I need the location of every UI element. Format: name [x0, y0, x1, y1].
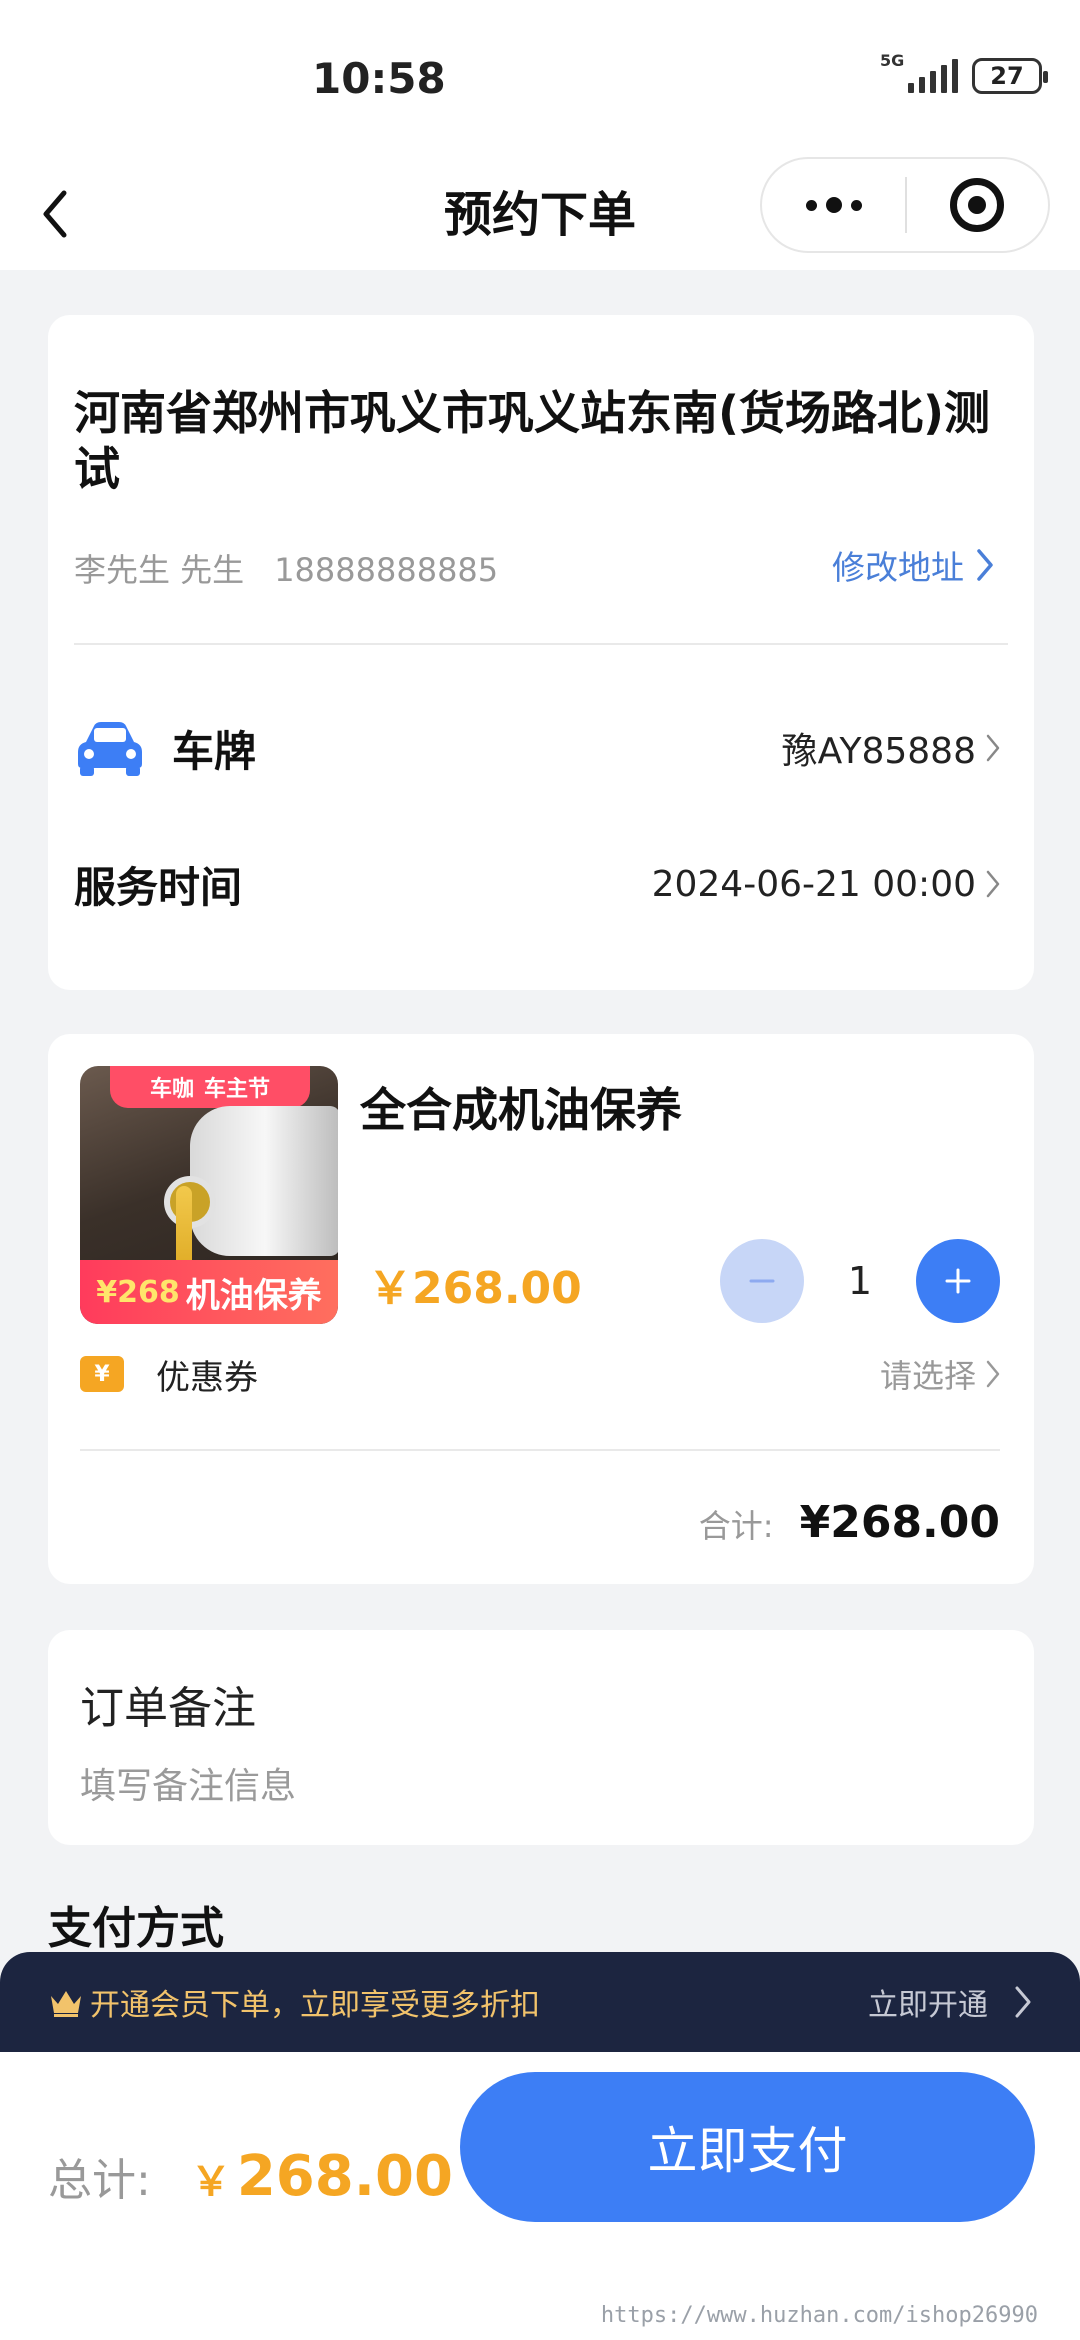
address-card: 河南省郑州市巩义市巩义站东南(货场路北)测试 李先生 先生 18888888885… [48, 315, 1034, 990]
pay-now-button[interactable]: 立即支付 [460, 2072, 1035, 2222]
plate-row[interactable]: 车牌 豫AY85888 [74, 713, 1000, 783]
member-message: 开通会员下单，立即享受更多折扣 [90, 1988, 540, 2023]
crown-icon [51, 1991, 81, 2017]
contact-info: 李先生 先生 18888888885 [74, 545, 498, 591]
nav-bar: 预约下单 [0, 157, 1080, 270]
chevron-right-icon [977, 549, 993, 581]
edit-address-label: 修改地址 [832, 548, 964, 587]
subtotal-row: 合计: ¥268.00 [699, 1497, 1000, 1548]
status-time: 10:58 [312, 54, 446, 103]
coupon-icon: ¥ [80, 1356, 124, 1392]
close-miniprogram-button[interactable] [907, 159, 1048, 251]
battery-icon: 27 [972, 58, 1048, 94]
oil-can-graphic [164, 1106, 338, 1256]
status-icons: 5G 27 [880, 51, 1048, 94]
target-icon [950, 178, 1005, 232]
decrease-button[interactable] [720, 1239, 804, 1323]
member-open-label: 立即开通 [868, 1988, 988, 2023]
chevron-right-icon [986, 734, 1000, 762]
subtotal-amount: ¥268.00 [799, 1497, 1000, 1548]
image-event: 车主节 [204, 1077, 271, 1102]
service-time-label: 服务时间 [74, 862, 243, 912]
divider [74, 643, 1008, 645]
dot-icon [805, 199, 817, 211]
quantity-value: 1 [847, 1259, 873, 1303]
subtotal-label: 合计: [698, 1507, 774, 1545]
dot-icon [850, 199, 862, 211]
chevron-right-icon [986, 1360, 1000, 1388]
coupon-select: 请选择 [880, 1351, 1000, 1397]
remark-card: 订单备注 [48, 1630, 1034, 1845]
service-time-row[interactable]: 服务时间 2024-06-21 00:00 [74, 849, 1000, 919]
plus-icon [945, 1268, 971, 1294]
grand-total-amount: 268.00 [236, 2144, 453, 2209]
coupon-select-label: 请选择 [879, 1357, 976, 1395]
minus-icon [749, 1279, 775, 1283]
watermark: https://www.huzhan.com/ishop26990 [600, 2303, 1038, 2328]
member-open-button[interactable]: 立即开通 [868, 1980, 1032, 2024]
battery-level: 27 [990, 62, 1024, 90]
dot-icon [825, 197, 842, 213]
service-time-value: 2024-06-21 00:00 [651, 863, 976, 905]
chevron-right-icon [1015, 1986, 1031, 2018]
image-top-banner: 车咖 车主节 [110, 1066, 310, 1108]
plate-label: 车牌 [172, 726, 257, 776]
remark-input[interactable] [80, 1758, 980, 1814]
remark-title: 订单备注 [80, 1683, 256, 1734]
image-price: ¥268 [96, 1274, 180, 1310]
product-price: ￥268.00 [368, 1263, 582, 1314]
product-card: 车咖 车主节 ¥268 机油保养 全合成机油保养 ￥268.00 1 ¥ 优惠券… [48, 1034, 1034, 1584]
plate-value-wrap: 豫AY85888 [782, 722, 1000, 774]
increase-button[interactable] [916, 1239, 1000, 1323]
image-bottom-banner: ¥268 机油保养 [80, 1260, 338, 1324]
member-promo-bar[interactable]: 开通会员下单，立即享受更多折扣 立即开通 [0, 1952, 1080, 2052]
product-image[interactable]: 车咖 车主节 ¥268 机油保养 [80, 1066, 338, 1324]
grand-total: 总计: ￥ 268.00 [48, 2144, 453, 2209]
divider [80, 1449, 1000, 1451]
product-name: 全合成机油保养 [360, 1083, 682, 1137]
contact-phone: 18888888885 [274, 551, 499, 589]
quantity-stepper: 1 [720, 1239, 1000, 1323]
edit-address-button[interactable]: 修改地址 [832, 541, 994, 589]
chevron-right-icon [986, 870, 1000, 898]
grand-total-label: 总计: [48, 2155, 151, 2206]
more-menu-button[interactable] [762, 159, 905, 251]
coupon-label: 优惠券 [156, 1357, 258, 1398]
image-text: 机油保养 [185, 1275, 322, 1316]
coupon-row[interactable]: ¥ 优惠券 请选择 [80, 1344, 1000, 1404]
signal-icon: 5G [880, 51, 958, 93]
address-text: 河南省郑州市巩义市巩义站东南(货场路北)测试 [74, 386, 991, 496]
payment-title: 支付方式 [48, 1903, 224, 1954]
plate-value: 豫AY85888 [781, 731, 976, 772]
checkout-bar: 总计: ￥ 268.00 立即支付 https://www.huzhan.com/… [0, 2052, 1080, 2340]
car-icon [78, 722, 142, 776]
miniprogram-capsule [760, 157, 1050, 253]
status-bar: 10:58 5G 27 [0, 0, 1080, 165]
currency-symbol: ￥ [190, 2159, 231, 2205]
grand-total-amount-wrap: ￥ 268.00 [191, 2144, 453, 2209]
contact-name: 李先生 先生 [74, 551, 245, 589]
image-brand: 车咖 [149, 1077, 194, 1102]
network-type: 5G [880, 51, 905, 70]
service-time-value-wrap: 2024-06-21 00:00 [652, 864, 1000, 905]
